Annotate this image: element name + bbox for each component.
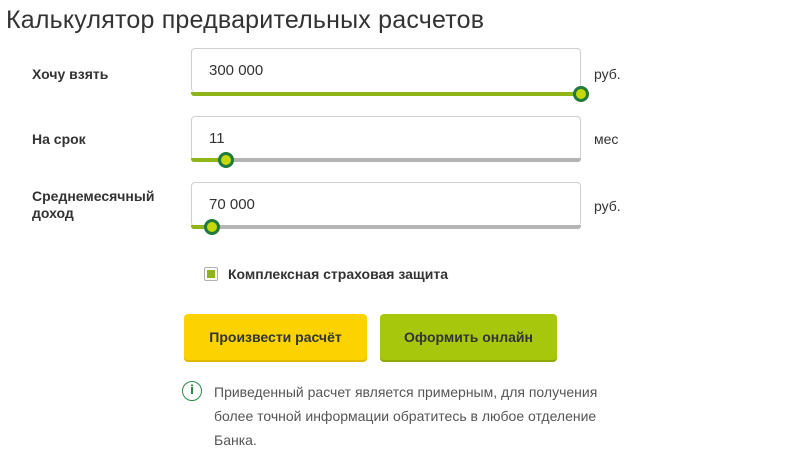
income-label: Среднемесячный доход xyxy=(32,188,154,222)
amount-slider-fill xyxy=(191,92,581,96)
income-label-line1: Среднемесячный xyxy=(32,188,155,204)
income-slider-thumb[interactable] xyxy=(204,219,221,235)
income-label-line2: доход xyxy=(32,205,74,221)
insurance-label[interactable]: Комплексная страховая защита xyxy=(228,266,448,282)
info-text-line: более точной информации обратитесь в люб… xyxy=(214,408,597,424)
income-slider[interactable] xyxy=(191,219,581,235)
term-slider[interactable] xyxy=(191,152,581,168)
amount-slider[interactable] xyxy=(191,86,589,102)
info-text-line: Приведенный расчет является примерным, д… xyxy=(214,384,598,400)
amount-unit: руб. xyxy=(594,66,621,82)
term-input[interactable] xyxy=(209,130,549,147)
term-label: На срок xyxy=(32,131,86,147)
calculate-button[interactable]: Произвести расчёт xyxy=(184,314,367,360)
amount-input[interactable] xyxy=(209,62,549,79)
insurance-option[interactable]: Комплексная страховая защита xyxy=(204,266,448,282)
info-text-line: Банка. xyxy=(214,432,257,448)
info-text: Приведенный расчет является примерным, д… xyxy=(214,380,684,450)
amount-label: Хочу взять xyxy=(32,66,109,82)
page-title: Калькулятор предварительных расчетов xyxy=(6,6,485,34)
info-icon: i xyxy=(182,381,202,401)
term-unit: мес xyxy=(594,131,619,147)
term-slider-thumb[interactable] xyxy=(218,152,235,168)
income-unit: руб. xyxy=(594,198,621,214)
term-field[interactable] xyxy=(191,116,581,160)
checkbox-check-mark xyxy=(207,270,215,278)
amount-field[interactable] xyxy=(191,48,581,92)
insurance-checkbox[interactable] xyxy=(204,267,218,281)
loan-calculator: Калькулятор предварительных расчетов Хоч… xyxy=(0,0,800,450)
income-field[interactable] xyxy=(191,182,581,226)
apply-online-button[interactable]: Оформить онлайн xyxy=(380,314,557,360)
amount-slider-thumb[interactable] xyxy=(573,86,589,102)
income-input[interactable] xyxy=(209,196,549,213)
